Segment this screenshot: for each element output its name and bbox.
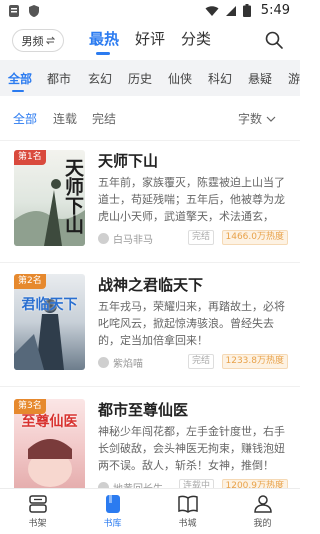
category-fantasy[interactable]: 玄幻 xyxy=(88,70,112,87)
category-history[interactable]: 历史 xyxy=(128,70,152,87)
wifi-icon xyxy=(205,5,219,16)
author-avatar-icon xyxy=(98,232,109,244)
bottom-tab-bar: 书架 书库 书城 我的 xyxy=(0,488,300,534)
book-title: 战神之君临天下 xyxy=(98,276,204,294)
filter-completed[interactable]: 完结 xyxy=(92,110,116,127)
filter-all[interactable]: 全部 xyxy=(13,110,37,127)
shield-icon xyxy=(29,5,39,17)
signal-icon xyxy=(225,5,236,16)
book-cover: 至尊仙医 第3名 xyxy=(14,399,85,488)
rank-badge: 第3名 xyxy=(14,399,46,414)
app-notification-icon xyxy=(9,5,19,17)
sort-dropdown[interactable]: 字数 xyxy=(238,110,276,127)
bottom-tab-bookshelf[interactable]: 书架 xyxy=(0,489,75,534)
tab-top-rated[interactable]: 好评 xyxy=(135,28,165,49)
book-description: 神秘少年闯花都，左手金针度世，右手长剑破敌，会头神医无拘束，赚钱泡妞两不误。敌人… xyxy=(98,425,285,472)
author-avatar-icon xyxy=(98,356,109,368)
gender-switch-button[interactable]: 男频 xyxy=(12,29,64,52)
category-scifi[interactable]: 科幻 xyxy=(208,70,232,87)
rank-badge: 第1名 xyxy=(14,150,46,165)
category-all[interactable]: 全部 xyxy=(8,70,32,87)
swap-icon xyxy=(45,36,55,45)
bottom-tab-label: 书架 xyxy=(28,519,47,529)
book-title: 都市至尊仙医 xyxy=(98,401,189,419)
category-xianxia[interactable]: 仙侠 xyxy=(168,70,192,87)
category-urban[interactable]: 都市 xyxy=(47,70,71,87)
chevron-down-icon xyxy=(266,116,276,122)
book-cover: 君临天下 第2名 xyxy=(14,274,85,370)
battery-icon xyxy=(242,4,251,17)
bottom-tab-label: 我的 xyxy=(253,519,272,529)
book-author: 地黄回长生 xyxy=(113,480,163,489)
status-badge: 完结 xyxy=(187,230,214,245)
tab-hottest[interactable]: 最热 xyxy=(89,28,119,49)
tab-categories[interactable]: 分类 xyxy=(181,28,211,49)
library-icon xyxy=(105,495,120,513)
bottom-tab-library[interactable]: 书库 xyxy=(75,489,150,534)
divider xyxy=(0,262,300,263)
book-meta: 紫焰喵 完结 1233.8万热度 xyxy=(98,354,288,370)
sort-label: 字数 xyxy=(237,112,262,126)
gender-label: 男频 xyxy=(21,34,44,48)
filter-ongoing[interactable]: 连载 xyxy=(53,110,77,127)
book-card[interactable]: 天师下山 第1名 天师下山 五年前，家族覆灭，陈霆被迫上山当了道士，苟延残喘；五… xyxy=(0,150,300,272)
profile-icon xyxy=(253,495,272,513)
book-city-icon xyxy=(177,495,198,513)
bookshelf-icon xyxy=(28,495,47,513)
book-title: 天师下山 xyxy=(98,152,159,170)
search-icon[interactable] xyxy=(264,30,284,50)
category-indicator xyxy=(12,90,24,92)
status-badge: 连载中 xyxy=(178,479,214,488)
book-card[interactable]: 君临天下 第2名 战神之君临天下 五年戎马，荣耀归来，再踏故土，必将叱咤风云，掀… xyxy=(0,274,300,396)
bottom-tab-label: 书城 xyxy=(178,519,197,529)
status-bar: 5:49 xyxy=(0,0,300,24)
status-time: 5:49 xyxy=(260,3,290,18)
book-author: 白马非马 xyxy=(113,234,153,246)
rank-badge: 第2名 xyxy=(14,274,46,289)
bottom-tab-label: 书库 xyxy=(103,519,122,529)
heat-badge: 1233.8万热度 xyxy=(221,354,288,369)
book-description: 五年戎马，荣耀归来，再踏故土，必将叱咤风云，掀起惊涛骇浪。曾经失去的，定当加倍拿… xyxy=(98,300,285,347)
bottom-tab-bookcity[interactable]: 书城 xyxy=(150,489,225,534)
book-card[interactable]: 至尊仙医 第3名 都市至尊仙医 神秘少年闯花都，左手金针度世，右手长剑破敌，会头… xyxy=(0,399,300,488)
book-meta: 地黄回长生 连载中 1200.9万热度 xyxy=(98,479,288,488)
book-author: 紫焰喵 xyxy=(113,358,143,370)
book-cover: 天师下山 第1名 xyxy=(14,150,85,246)
heat-badge: 1466.0万热度 xyxy=(221,230,288,245)
heat-badge: 1200.9万热度 xyxy=(221,479,288,488)
book-description: 五年前，家族覆灭，陈霆被迫上山当了道士，苟延残喘；五年后，他被尊为龙虎山小天师，… xyxy=(98,176,285,223)
category-games[interactable]: 游 xyxy=(288,70,300,87)
bottom-tab-profile[interactable]: 我的 xyxy=(225,489,300,534)
category-bar: 全部 都市 玄幻 历史 仙侠 科幻 悬疑 游 xyxy=(0,60,300,96)
cover-title: 至尊仙医 xyxy=(21,414,78,430)
cover-title: 天师下山 xyxy=(62,158,84,234)
filter-bar: 全部 连载 完结 字数 xyxy=(0,96,300,140)
category-suspense[interactable]: 悬疑 xyxy=(248,70,272,87)
cover-title: 君临天下 xyxy=(21,297,78,313)
status-badge: 完结 xyxy=(187,354,214,369)
divider xyxy=(0,140,300,141)
book-meta: 白马非马 完结 1466.0万热度 xyxy=(98,230,288,246)
active-tab-indicator xyxy=(96,52,110,55)
top-nav: 男频 最热 好评 分类 xyxy=(0,24,300,58)
divider xyxy=(0,386,300,387)
